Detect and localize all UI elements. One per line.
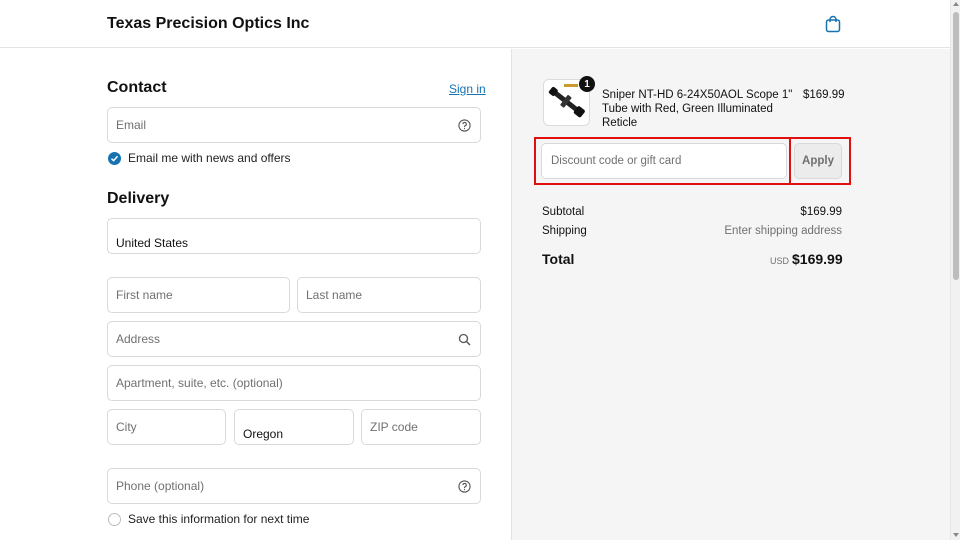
page-scrollbar[interactable] (950, 0, 960, 540)
city-field[interactable] (107, 409, 226, 445)
country-select[interactable]: United States (107, 218, 481, 254)
search-icon[interactable] (458, 333, 471, 346)
subtotal-row: Subtotal $169.99 (542, 206, 842, 218)
email-field[interactable] (107, 107, 481, 143)
last-name-field[interactable] (297, 277, 481, 313)
save-info-option[interactable]: Save this information for next time (108, 512, 309, 526)
contact-heading: Contact (107, 79, 167, 96)
newsletter-option[interactable]: Email me with news and offers (108, 151, 291, 165)
scroll-down-arrow-icon[interactable] (953, 533, 959, 537)
phone-input[interactable] (108, 469, 480, 503)
shopping-bag-icon[interactable] (824, 15, 842, 33)
zip-input[interactable] (362, 410, 480, 444)
help-circle-icon[interactable] (458, 119, 471, 132)
city-input[interactable] (108, 410, 225, 444)
state-value: Oregon (243, 427, 284, 441)
help-circle-icon[interactable] (458, 480, 471, 493)
shipping-value: Enter shipping address (724, 225, 842, 237)
scroll-up-arrow-icon[interactable] (953, 2, 959, 6)
total-value: $169.99 (792, 251, 843, 267)
apply-discount-button[interactable]: Apply (794, 143, 842, 179)
checkout-header: Texas Precision Optics Inc (0, 0, 950, 48)
delivery-heading: Delivery (107, 190, 170, 207)
save-info-label: Save this information for next time (128, 512, 310, 526)
shipping-row: Shipping Enter shipping address (542, 225, 842, 237)
subtotal-value: $169.99 (800, 206, 842, 218)
quantity-badge: 1 (579, 76, 595, 92)
zip-field[interactable] (361, 409, 481, 445)
discount-code-input[interactable] (542, 144, 786, 178)
total-label: Total (542, 251, 575, 267)
email-input[interactable] (108, 108, 480, 142)
currency-code: USD (770, 256, 790, 266)
discount-code-field[interactable] (541, 143, 787, 179)
phone-field[interactable] (107, 468, 481, 504)
store-name[interactable]: Texas Precision Optics Inc (107, 15, 309, 33)
state-select[interactable]: Oregon (234, 409, 354, 445)
shipping-label: Shipping (542, 225, 587, 237)
check-icon (110, 155, 119, 162)
product-price: $169.99 (803, 89, 845, 101)
address-input[interactable] (108, 322, 480, 356)
save-info-checkbox[interactable] (108, 512, 121, 526)
country-value: United States (116, 236, 189, 250)
first-name-field[interactable] (107, 277, 290, 313)
apartment-field[interactable] (107, 365, 481, 401)
newsletter-label: Email me with news and offers (128, 151, 291, 165)
scrollbar-thumb[interactable] (953, 12, 959, 280)
sign-in-link[interactable]: Sign in (449, 82, 486, 96)
apartment-input[interactable] (108, 366, 480, 400)
address-field[interactable] (107, 321, 481, 357)
product-name: Sniper NT-HD 6-24X50AOL Scope 1" Tube wi… (602, 89, 793, 129)
subtotal-label: Subtotal (542, 206, 585, 218)
last-name-input[interactable] (298, 278, 480, 312)
first-name-input[interactable] (108, 278, 289, 312)
newsletter-checkbox[interactable] (108, 151, 121, 165)
